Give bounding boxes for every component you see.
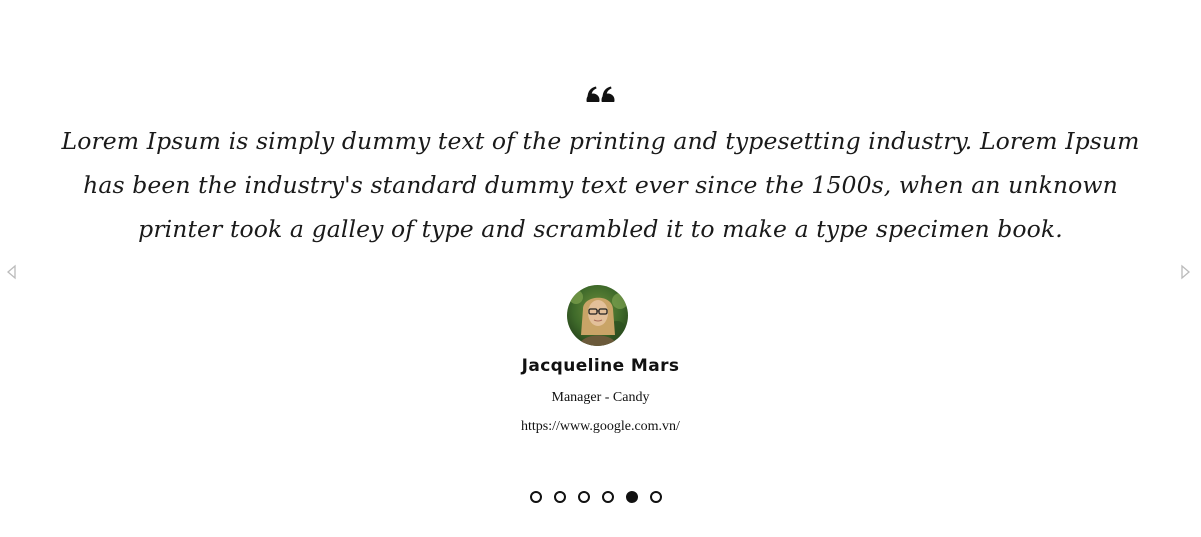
pagination-dot[interactable] [650,491,662,503]
next-slide-button[interactable] [1178,263,1192,281]
pagination-dot[interactable] [626,491,638,503]
prev-slide-button[interactable] [5,263,19,281]
testimonial-quote: Lorem Ipsum is simply dummy text of the … [61,127,1140,243]
author-url: https://www.google.com.vn/ [521,419,680,434]
author-avatar [567,285,628,346]
pagination-dot[interactable] [602,491,614,503]
pagination-dot[interactable] [554,491,566,503]
quote-icon [0,62,1201,102]
arrow-left-icon [7,264,16,280]
author-role: Manager - Candy [551,390,650,405]
pagination-dot[interactable] [530,491,542,503]
testimonial-slider: Lorem Ipsum is simply dummy text of the … [0,0,1201,537]
arrow-right-icon [1181,264,1190,280]
pagination-dot[interactable] [578,491,590,503]
author-name: Jacqueline Mars [521,356,680,376]
slider-pagination [530,491,662,505]
